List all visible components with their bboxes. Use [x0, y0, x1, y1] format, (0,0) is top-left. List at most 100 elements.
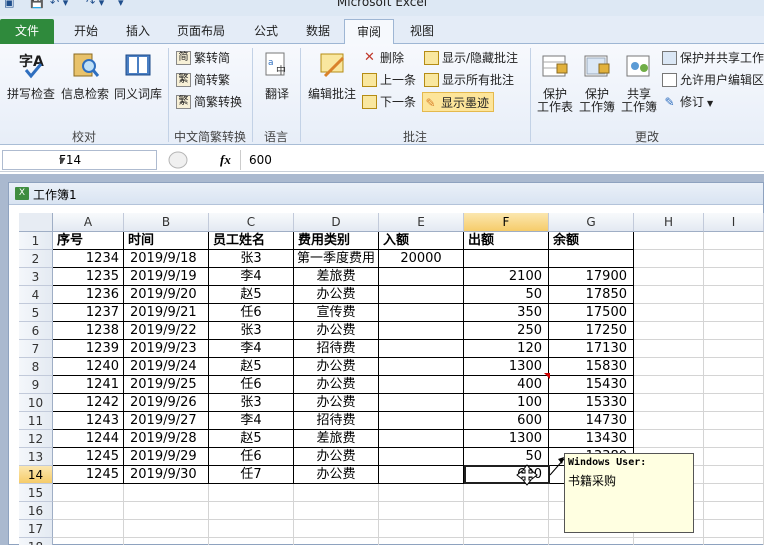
table-cell[interactable]: 2019/9/24 [124, 358, 209, 376]
table-cell[interactable]: 办公费 [294, 322, 379, 340]
table-cell[interactable] [634, 286, 704, 304]
table-cell[interactable]: 2019/9/21 [124, 304, 209, 322]
table-cell[interactable]: 350 [464, 304, 549, 322]
table-cell[interactable]: 办公费 [294, 448, 379, 466]
table-cell[interactable] [209, 502, 294, 520]
header-cell[interactable]: 余额 [549, 232, 634, 250]
table-cell[interactable] [634, 232, 704, 250]
table-cell[interactable]: 李4 [209, 268, 294, 286]
table-cell[interactable]: 2019/9/27 [124, 412, 209, 430]
row-header-2[interactable]: 2 [19, 250, 53, 268]
header-cell[interactable]: 时间 [124, 232, 209, 250]
row-header-14[interactable]: 14 [19, 466, 53, 484]
table-cell[interactable]: 17900 [549, 268, 634, 286]
table-cell[interactable] [634, 268, 704, 286]
table-cell[interactable]: 任6 [209, 304, 294, 322]
table-cell[interactable] [53, 520, 124, 538]
table-cell[interactable] [379, 358, 464, 376]
next-comment-button[interactable]: 下一条 [362, 92, 416, 112]
table-cell[interactable]: 招待费 [294, 340, 379, 358]
table-cell[interactable] [704, 538, 764, 545]
table-cell[interactable]: 1239 [53, 340, 124, 358]
table-cell[interactable]: 1243 [53, 412, 124, 430]
table-cell[interactable] [704, 466, 764, 484]
table-cell[interactable]: 17250 [549, 322, 634, 340]
table-cell[interactable] [634, 412, 704, 430]
table-cell[interactable] [704, 502, 764, 520]
table-cell[interactable]: 1245 [53, 448, 124, 466]
column-header-a[interactable]: A [53, 213, 124, 232]
table-cell[interactable]: 2100 [464, 268, 549, 286]
table-cell[interactable] [294, 538, 379, 545]
table-cell[interactable]: 李4 [209, 412, 294, 430]
table-cell[interactable]: 第一季度费用 [294, 250, 379, 268]
table-cell[interactable]: 张3 [209, 250, 294, 268]
edit-comment-button[interactable]: 编辑批注 [304, 48, 360, 106]
table-cell[interactable] [379, 430, 464, 448]
table-cell[interactable] [704, 304, 764, 322]
show-all-comments-button[interactable]: 显示所有批注 [424, 70, 514, 90]
chevron-down-icon[interactable]: ▼ [59, 156, 152, 165]
allow-edit-ranges-button[interactable]: 允许用户编辑区 [662, 70, 764, 90]
row-header-1[interactable]: 1 [19, 232, 53, 250]
protect-sheet-button[interactable]: 保护 工作表 [534, 48, 576, 114]
share-workbook-button[interactable]: 共享 工作簿 [618, 48, 660, 114]
table-cell[interactable] [379, 466, 464, 484]
table-cell[interactable]: 招待费 [294, 412, 379, 430]
table-cell[interactable]: 13430 [549, 430, 634, 448]
header-cell[interactable]: 入额 [379, 232, 464, 250]
table-cell[interactable] [704, 430, 764, 448]
expand-handle-icon[interactable] [166, 150, 190, 170]
table-cell[interactable] [379, 412, 464, 430]
column-header-g[interactable]: G [549, 213, 634, 232]
table-cell[interactable]: 赵5 [209, 430, 294, 448]
row-header-9[interactable]: 9 [19, 376, 53, 394]
table-cell[interactable]: 1237 [53, 304, 124, 322]
table-cell[interactable] [464, 502, 549, 520]
show-hide-comment-button[interactable]: 显示/隐藏批注 [424, 48, 518, 68]
table-cell[interactable] [379, 376, 464, 394]
table-cell[interactable] [704, 286, 764, 304]
table-cell[interactable] [464, 538, 549, 545]
table-cell[interactable] [124, 520, 209, 538]
table-cell[interactable]: 15330 [549, 394, 634, 412]
table-cell[interactable]: 400 [464, 376, 549, 394]
table-cell[interactable] [634, 538, 704, 545]
table-cell[interactable] [704, 376, 764, 394]
table-cell[interactable]: 17850 [549, 286, 634, 304]
table-cell[interactable] [294, 502, 379, 520]
protect-share-workbook-button[interactable]: 保护并共享工作 [662, 48, 764, 68]
table-cell[interactable] [379, 484, 464, 502]
table-cell[interactable] [634, 304, 704, 322]
header-cell[interactable]: 序号 [53, 232, 124, 250]
table-cell[interactable] [704, 412, 764, 430]
table-cell[interactable] [379, 286, 464, 304]
table-cell[interactable]: 1300 [464, 358, 549, 376]
tab-review[interactable]: 审阅 [344, 19, 394, 44]
table-cell[interactable] [379, 502, 464, 520]
table-cell[interactable]: 办公费 [294, 466, 379, 484]
table-cell[interactable] [379, 448, 464, 466]
header-cell[interactable]: 出额 [464, 232, 549, 250]
table-cell[interactable]: 张3 [209, 394, 294, 412]
column-header-c[interactable]: C [209, 213, 294, 232]
column-header-b[interactable]: B [124, 213, 209, 232]
table-cell[interactable]: 1236 [53, 286, 124, 304]
table-cell[interactable]: 2019/9/23 [124, 340, 209, 358]
table-cell[interactable]: 1242 [53, 394, 124, 412]
comment-box[interactable]: Windows User: 书籍采购 [564, 453, 694, 533]
table-cell[interactable]: 宣传费 [294, 304, 379, 322]
row-header-13[interactable]: 13 [19, 448, 53, 466]
table-cell[interactable]: 办公费 [294, 376, 379, 394]
table-cell[interactable]: 2019/9/20 [124, 286, 209, 304]
table-cell[interactable] [634, 250, 704, 268]
table-cell[interactable] [379, 340, 464, 358]
table-cell[interactable]: 1238 [53, 322, 124, 340]
row-header-16[interactable]: 16 [19, 502, 53, 520]
row-header-10[interactable]: 10 [19, 394, 53, 412]
table-cell[interactable] [124, 538, 209, 545]
table-cell[interactable]: 2019/9/30 [124, 466, 209, 484]
table-cell[interactable]: 2019/9/22 [124, 322, 209, 340]
table-cell[interactable] [53, 484, 124, 502]
header-cell[interactable]: 员工姓名 [209, 232, 294, 250]
